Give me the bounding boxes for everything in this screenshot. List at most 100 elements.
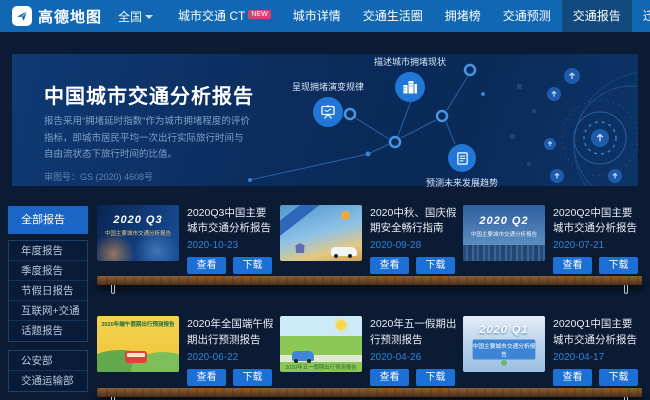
- page: 高德地图 全国 城市交通 CTNEW 城市详情 交通生活圈 拥堵榜 交通预测 交…: [0, 0, 650, 400]
- report-actions: 查看 下载: [370, 257, 459, 274]
- region-selector[interactable]: 全国: [118, 8, 153, 25]
- car-decoration: [292, 351, 314, 361]
- sidebar-item-holiday-report[interactable]: 节假日报告: [9, 281, 87, 301]
- view-button[interactable]: 查看: [370, 257, 409, 274]
- report-thumbnail[interactable]: 2020 Q1 中国主要城市交通分析报告: [463, 316, 545, 372]
- thumb-title: 2020 Q2: [463, 215, 545, 227]
- wooden-shelf: [97, 276, 642, 285]
- thumb-title: 2020年五一假期出行预测报告: [284, 363, 358, 371]
- sidebar-item-annual-report[interactable]: 年度报告: [9, 241, 87, 261]
- report-card-q2-2020: 2020 Q2 中国主要城市交通分析报告 2020Q2中国主要城市交通分析报告 …: [463, 205, 642, 274]
- nav-item-traffic-report[interactable]: 交通报告: [562, 0, 632, 32]
- wooden-shelf: [97, 388, 642, 397]
- sidebar-group-ministries: 公安部 交通运输部: [8, 350, 88, 392]
- sidebar-item-quarterly-report[interactable]: 季度报告: [9, 261, 87, 281]
- report-actions: 查看 下载: [187, 257, 276, 274]
- view-button[interactable]: 查看: [553, 257, 592, 274]
- sun-decoration: [336, 320, 346, 330]
- download-button[interactable]: 下载: [233, 369, 272, 386]
- sidebar-group-report-types: 年度报告 季度报告 节假日报告 互联网+交通 话题报告: [8, 240, 88, 342]
- nav-item-traffic-life-circle[interactable]: 交通生活圈: [352, 0, 434, 32]
- thumb-subtitle: 中国主要城市交通分析报告: [100, 228, 175, 236]
- hero-banner: 中国城市交通分析报告 报告采用“拥堵延时指数”作为城市拥堵程度的评价指标，即城市…: [12, 54, 638, 186]
- download-button[interactable]: 下载: [599, 369, 638, 386]
- thumb-subtitle: 中国主要城市交通分析报告: [466, 229, 541, 237]
- landmark-decoration: [294, 243, 306, 253]
- download-button[interactable]: 下载: [416, 369, 455, 386]
- report-category-sidebar: 全部报告 年度报告 季度报告 节假日报告 互联网+交通 话题报告 公安部 交通运…: [8, 206, 88, 400]
- report-date: 2020-10-23: [187, 240, 276, 251]
- report-date: 2020-07-21: [553, 240, 642, 251]
- report-info: 2020中秋、国庆假期安全畅行指南 2020-09-28 查看 下载: [370, 205, 459, 274]
- thumb-title: 2020 Q1: [463, 324, 545, 336]
- sidebar-item-all-reports[interactable]: 全部报告: [8, 206, 88, 234]
- view-button[interactable]: 查看: [370, 369, 409, 386]
- chevron-down-icon: [145, 15, 153, 23]
- report-title: 2020年全国端午假期出行预测报告: [187, 317, 276, 347]
- sidebar-item-public-security[interactable]: 公安部: [9, 351, 87, 371]
- report-info: 2020年全国端午假期出行预测报告 2020-06-22 查看 下载: [187, 316, 276, 385]
- sidebar-item-internet-traffic[interactable]: 互联网+交通: [9, 301, 87, 321]
- report-date: 2020-04-17: [553, 352, 642, 363]
- nav-item-label: 城市交通 CT: [178, 9, 245, 23]
- page-title: 中国城市交通分析报告: [44, 80, 254, 109]
- report-actions: 查看 下载: [553, 369, 642, 386]
- view-button[interactable]: 查看: [187, 257, 226, 274]
- report-thumbnail[interactable]: 2020年端午假期出行预测报告: [97, 316, 179, 372]
- report-title: 2020中秋、国庆假期安全畅行指南: [370, 206, 459, 236]
- thumb-title: 2020年端午假期出行预测报告: [100, 320, 175, 328]
- sidebar-item-transport-ministry[interactable]: 交通运输部: [9, 371, 87, 391]
- report-date: 2020-04-26: [370, 352, 459, 363]
- sidebar-item-topic-report[interactable]: 话题报告: [9, 321, 87, 341]
- top-navbar: 高德地图 全国 城市交通 CTNEW 城市详情 交通生活圈 拥堵榜 交通预测 交…: [0, 0, 650, 32]
- report-thumbnail[interactable]: 2020 Q2 中国主要城市交通分析报告: [463, 205, 545, 261]
- nav-item-traffic-forecast[interactable]: 交通预测: [492, 0, 562, 32]
- trend-report-icon: [448, 144, 476, 172]
- region-label: 全国: [118, 10, 142, 24]
- thumb-title: 2020 Q3: [97, 214, 179, 226]
- feature-congestion-evolution: 呈现拥堵演变规律: [282, 80, 374, 127]
- report-thumbnail[interactable]: 2020 Q3 中国主要城市交通分析报告: [97, 205, 179, 261]
- map-license-number: 审图号：GS (2020) 4608号: [44, 170, 153, 183]
- ribbon-decoration: [280, 205, 335, 246]
- new-badge: NEW: [248, 10, 270, 19]
- download-button[interactable]: 下载: [416, 257, 455, 274]
- report-thumbnail[interactable]: [280, 205, 362, 261]
- nav-menu: 城市交通 CTNEW 城市详情 交通生活圈 拥堵榜 交通预测 交通报告 迁徙意愿…: [167, 0, 650, 32]
- report-card-q1-2020: 2020 Q1 中国主要城市交通分析报告 2020Q1中国主要城市交通分析报告 …: [463, 316, 642, 385]
- report-card-mayday-2020: 2020年五一假期出行预测报告 2020年五一假期出行预测报告 2020-04-…: [280, 316, 459, 385]
- shelf-hook: [111, 285, 115, 294]
- report-card-midautumn-2020: 2020中秋、国庆假期安全畅行指南 2020-09-28 查看 下载: [280, 205, 459, 274]
- presentation-board-icon: [313, 97, 343, 127]
- nav-item-congestion-ranking[interactable]: 拥堵榜: [434, 0, 492, 32]
- thumb-subtitle: 中国主要城市交通分析报告: [473, 340, 536, 360]
- report-date: 2020-09-28: [370, 240, 459, 251]
- nav-item-city-traffic-ct[interactable]: 城市交通 CTNEW: [167, 0, 282, 32]
- report-row-2: 2020年端午假期出行预测报告 2020年全国端午假期出行预测报告 2020-0…: [97, 316, 642, 385]
- download-button[interactable]: 下载: [233, 257, 272, 274]
- nav-item-city-detail[interactable]: 城市详情: [282, 0, 352, 32]
- report-actions: 查看 下载: [187, 369, 276, 386]
- feature-congestion-status: 描述城市拥堵现状: [364, 55, 456, 102]
- amap-logo-icon[interactable]: [12, 6, 32, 26]
- report-actions: 查看 下载: [370, 369, 459, 386]
- bus-decoration: [125, 351, 147, 363]
- report-card-dragonboat-2020: 2020年端午假期出行预测报告 2020年全国端午假期出行预测报告 2020-0…: [97, 316, 276, 385]
- feature-future-trend: 预测未来发展趋势: [416, 144, 508, 189]
- feature-label: 呈现拥堵演变规律: [282, 80, 374, 93]
- report-info: 2020Q3中国主要城市交通分析报告 2020-10-23 查看 下载: [187, 205, 276, 274]
- report-thumbnail[interactable]: 2020年五一假期出行预测报告: [280, 316, 362, 372]
- download-button[interactable]: 下载: [599, 257, 638, 274]
- report-row-1: 2020 Q3 中国主要城市交通分析报告 2020Q3中国主要城市交通分析报告 …: [97, 205, 642, 274]
- car-decoration: [331, 247, 357, 256]
- nav-item-migration[interactable]: 迁徙意愿: [632, 0, 650, 32]
- report-title: 2020年五一假期出行预测报告: [370, 317, 459, 347]
- shelf-hook: [624, 285, 628, 294]
- report-info: 2020年五一假期出行预测报告 2020-04-26 查看 下载: [370, 316, 459, 385]
- view-button[interactable]: 查看: [187, 369, 226, 386]
- sun-decoration: [341, 211, 350, 220]
- logo-text[interactable]: 高德地图: [38, 6, 102, 27]
- city-buildings-icon: [395, 72, 425, 102]
- view-button[interactable]: 查看: [553, 369, 592, 386]
- report-title: 2020Q3中国主要城市交通分析报告: [187, 206, 276, 236]
